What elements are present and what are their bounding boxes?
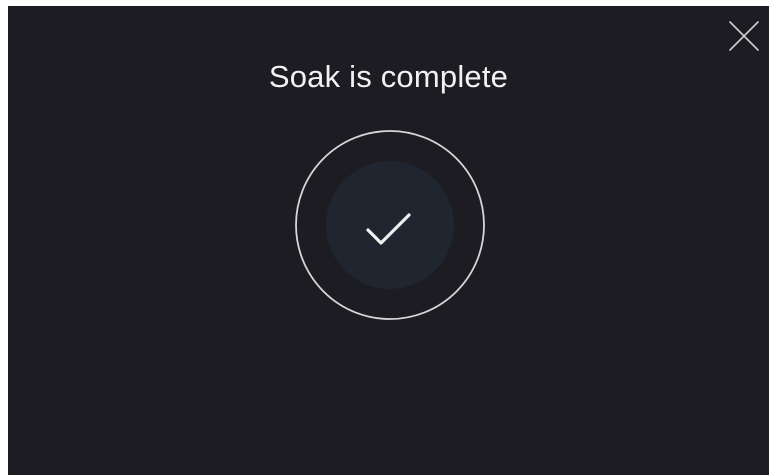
checkmark-icon bbox=[295, 130, 485, 320]
device-frame: Soak is complete bbox=[0, 0, 769, 475]
completion-indicator bbox=[294, 129, 486, 321]
close-icon bbox=[727, 19, 761, 53]
close-button[interactable] bbox=[727, 19, 761, 53]
dialog-screen: Soak is complete bbox=[8, 6, 769, 475]
inner-circle bbox=[326, 161, 454, 289]
dialog-title: Soak is complete bbox=[268, 59, 509, 94]
